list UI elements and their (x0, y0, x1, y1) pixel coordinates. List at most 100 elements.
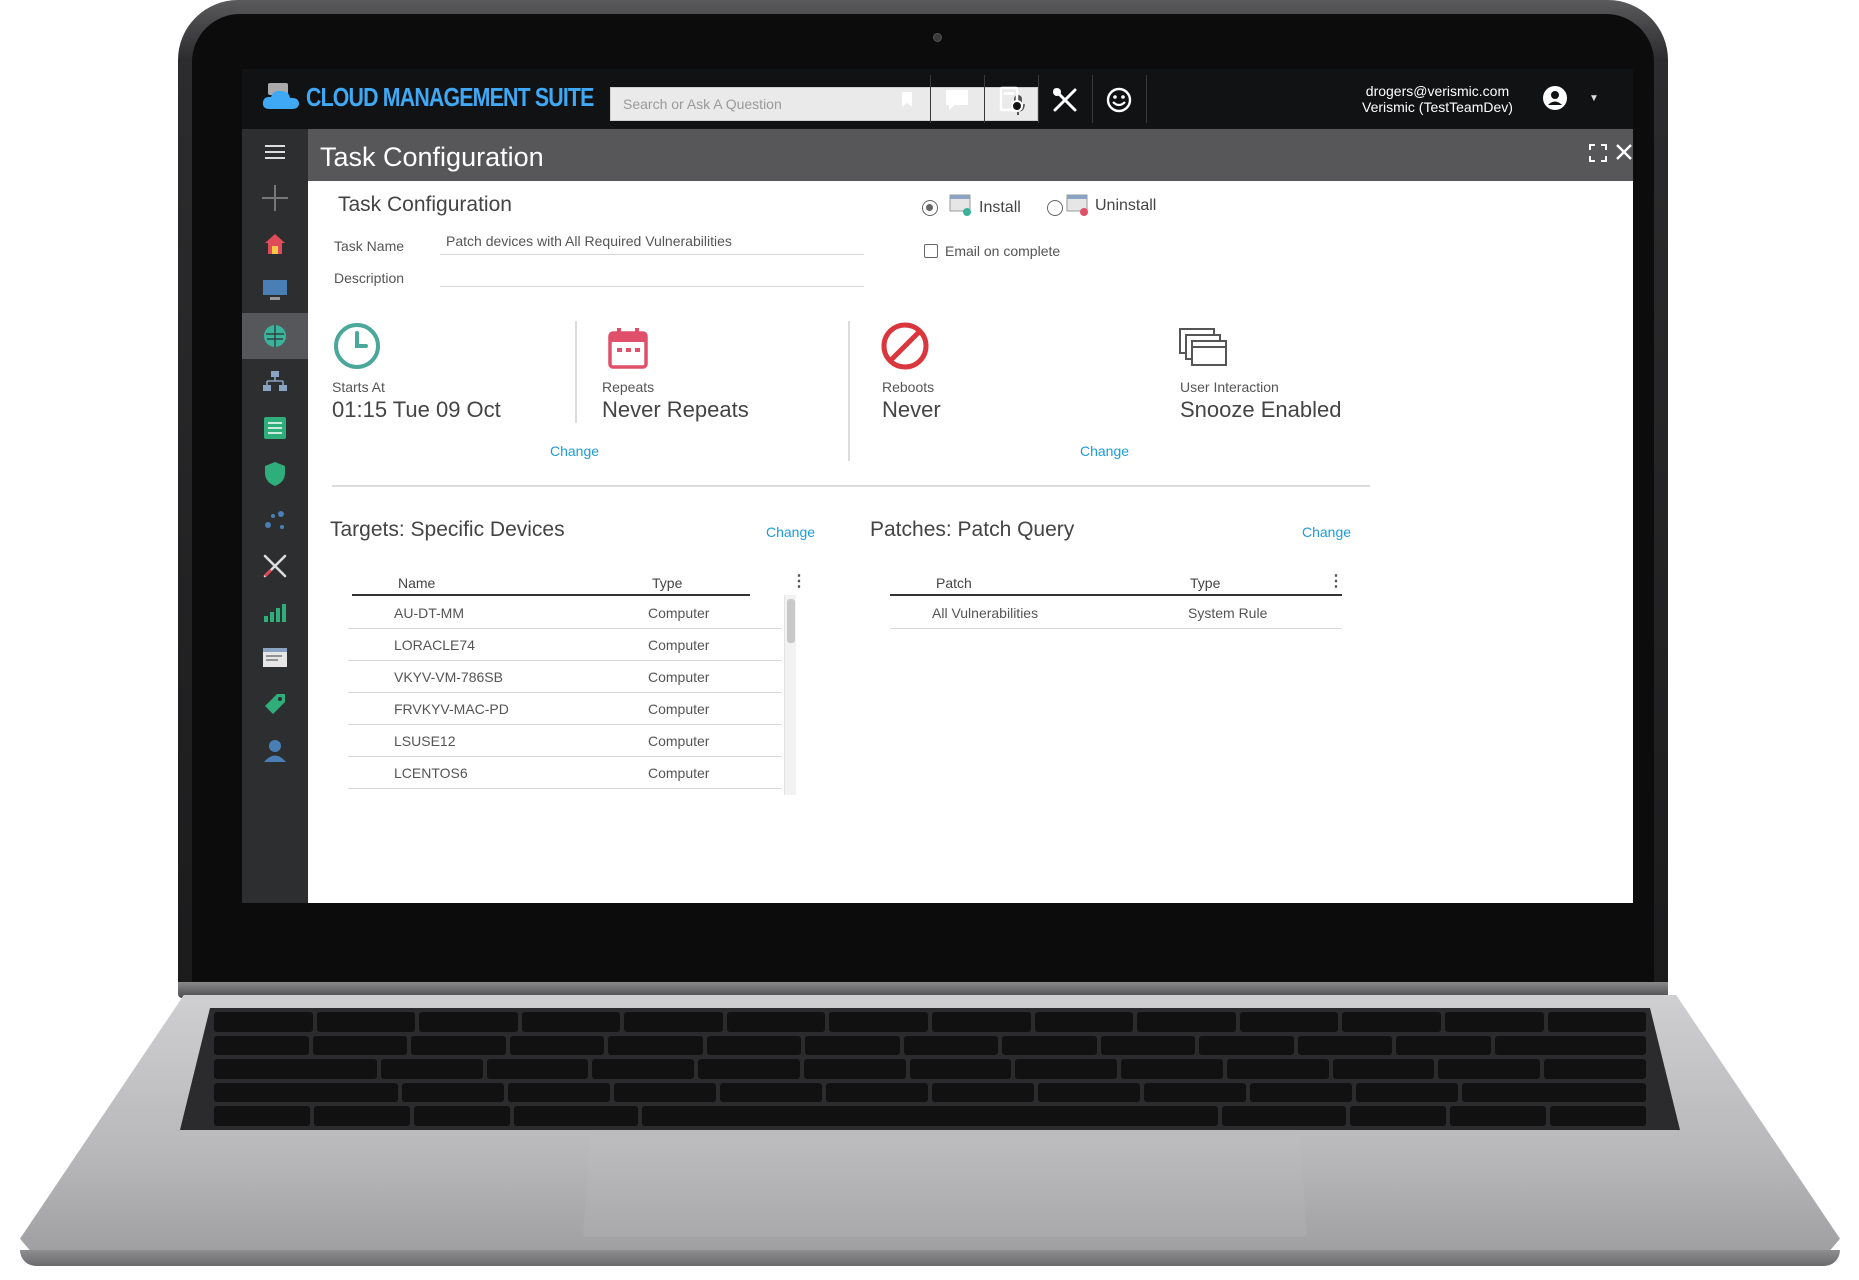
tools-icon[interactable] (242, 543, 308, 589)
device-type: Computer (648, 733, 710, 749)
targets-scrollbar[interactable] (784, 595, 796, 795)
toolbar-divider (1146, 75, 1147, 123)
screen: CLOUD MANAGEMENT SUITE Search or Ask A Q… (242, 69, 1633, 903)
table-row[interactable]: FRVKYV-MAC-PD Computer (348, 693, 782, 725)
device-monitor-icon[interactable] (242, 267, 308, 313)
distribution-icon[interactable] (242, 497, 308, 543)
console-window-icon[interactable] (242, 635, 308, 681)
patch-globe-icon[interactable] (242, 313, 308, 359)
reboots-value: Never (882, 397, 941, 422)
repeats-value: Never Repeats (602, 397, 749, 422)
camera-icon (933, 33, 942, 42)
tools-icon[interactable] (1038, 77, 1092, 123)
cloud-logo-icon (262, 83, 299, 109)
page-title-bar: Task Configuration (308, 129, 1633, 181)
chat-icon[interactable] (930, 77, 984, 123)
change-options-link[interactable]: Change (1080, 443, 1129, 459)
laptop-front-lip (20, 1250, 1840, 1266)
table-row[interactable]: All Vulnerabilities System Rule (890, 597, 1342, 629)
menu-icon[interactable] (242, 129, 308, 175)
table-row[interactable]: LORACLE74 Computer (348, 629, 782, 661)
schedule-divider (848, 321, 850, 461)
task-name-field[interactable]: Patch devices with All Required Vulnerab… (440, 229, 864, 255)
patches-column-patch[interactable]: Patch (936, 575, 972, 591)
device-type: Computer (648, 637, 710, 653)
starts-at-label: Starts At (332, 379, 385, 395)
users-icon[interactable] (242, 727, 308, 773)
description-label: Description (334, 270, 405, 286)
maximize-icon[interactable] (1588, 143, 1608, 163)
section-divider (332, 485, 1370, 487)
device-search-icon[interactable] (984, 77, 1038, 123)
device-type: Computer (648, 669, 710, 685)
user-org: Verismic (TestTeamDev) (1362, 99, 1513, 115)
email-on-complete-label: Email on complete (945, 243, 1061, 259)
install-label: Install (979, 199, 1021, 216)
email-on-complete-checkbox[interactable] (924, 244, 938, 258)
targets-column-type[interactable]: Type (652, 575, 682, 591)
brand-name: CLOUD MANAGEMENT SUITE (306, 81, 594, 112)
install-radio[interactable] (922, 200, 938, 216)
targets-column-name[interactable]: Name (398, 575, 435, 591)
patch-name: All Vulnerabilities (932, 605, 1039, 621)
reboots-label: Reboots (882, 379, 935, 395)
device-name: LORACLE74 (394, 637, 475, 653)
home-icon[interactable] (242, 221, 308, 267)
chevron-down-icon[interactable]: ▼ (1589, 93, 1599, 104)
checklist-icon[interactable] (242, 405, 308, 451)
user-interaction-label: User Interaction (1180, 379, 1279, 395)
task-name-label: Task Name (334, 238, 405, 254)
table-row[interactable]: AU-DT-MM Computer (348, 597, 782, 629)
change-schedule-link[interactable]: Change (550, 443, 599, 459)
device-name: LCENTOS6 (394, 765, 468, 781)
install-package-icon (949, 194, 971, 216)
device-name: FRVKYV-MAC-PD (394, 701, 509, 717)
change-patches-link[interactable]: Change (1302, 524, 1351, 540)
patches-header-underline (890, 594, 1342, 596)
targets-title: Targets: Specific Devices (330, 518, 565, 541)
description-field[interactable] (440, 261, 864, 287)
repeats-label: Repeats (602, 379, 655, 395)
no-reboot-icon (881, 322, 929, 370)
patches-title: Patches: Patch Query (870, 518, 1075, 541)
app-logo[interactable]: CLOUD MANAGEMENT SUITE (260, 81, 657, 113)
uninstall-label: Uninstall (1095, 197, 1157, 214)
feedback-smiley-icon[interactable] (1092, 77, 1146, 123)
table-row[interactable]: VKYV-VM-786SB Computer (348, 661, 782, 693)
shield-icon[interactable] (242, 451, 308, 497)
user-avatar-icon[interactable] (1542, 85, 1568, 111)
close-icon[interactable] (1614, 142, 1633, 162)
search-placeholder: Search or Ask A Question (623, 96, 782, 112)
targets-header-underline (352, 594, 750, 596)
uninstall-radio[interactable] (1047, 200, 1063, 216)
form-title: Task Configuration (338, 193, 512, 216)
task-configuration-panel: Task Configuration Task Name Patch devic… (308, 181, 1633, 903)
calendar-icon (608, 328, 648, 369)
patches-column-menu-icon[interactable]: ⋮ (1328, 571, 1344, 591)
device-type: Computer (648, 765, 710, 781)
device-name: VKYV-VM-786SB (394, 669, 503, 685)
patches-column-type[interactable]: Type (1190, 575, 1220, 591)
clock-icon (334, 323, 380, 369)
sidebar (242, 129, 308, 903)
patch-type: System Rule (1188, 605, 1268, 621)
reports-chart-icon[interactable] (242, 589, 308, 635)
device-type: Computer (648, 701, 710, 717)
table-row[interactable]: LCENTOS6 Computer (348, 757, 782, 789)
device-type: Computer (648, 605, 710, 621)
user-email: drogers@verismic.com (1365, 83, 1510, 99)
change-targets-link[interactable]: Change (766, 524, 815, 540)
uninstall-package-icon (1066, 194, 1088, 216)
add-icon[interactable] (242, 175, 308, 221)
starts-at-value: 01:15 Tue 09 Oct (332, 397, 501, 422)
table-row[interactable]: LSUSE12 Computer (348, 725, 782, 757)
user-info[interactable]: drogers@verismic.com Verismic (TestTeamD… (1362, 83, 1513, 115)
user-interaction-value: Snooze Enabled (1180, 397, 1342, 422)
license-tag-icon[interactable] (242, 681, 308, 727)
bookmark-icon[interactable] (880, 77, 934, 123)
user-interaction-windows-icon (1179, 328, 1227, 366)
targets-scrollbar-thumb[interactable] (787, 599, 795, 643)
network-icon[interactable] (242, 359, 308, 405)
device-name: AU-DT-MM (394, 605, 464, 621)
targets-column-menu-icon[interactable]: ⋮ (791, 571, 807, 591)
